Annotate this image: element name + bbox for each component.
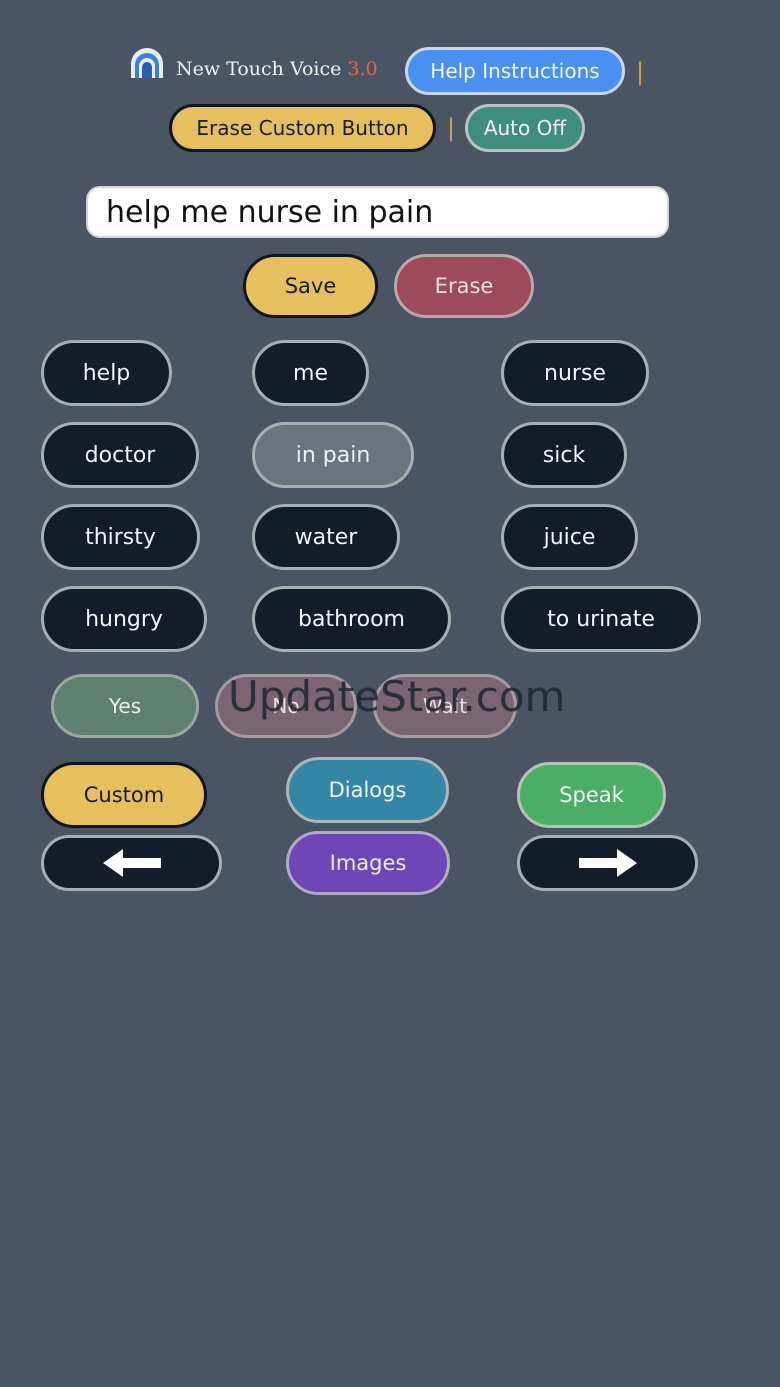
next-page-button[interactable] bbox=[517, 835, 698, 891]
speak-label: Speak bbox=[559, 783, 624, 807]
word-button[interactable]: help bbox=[41, 340, 172, 406]
dialogs-label: Dialogs bbox=[328, 778, 407, 802]
arrow-right-icon bbox=[578, 849, 637, 877]
erase-button[interactable]: Erase bbox=[394, 254, 534, 318]
separator: | bbox=[447, 114, 456, 142]
app-logo-icon bbox=[127, 46, 167, 80]
word-label: nurse bbox=[544, 360, 606, 386]
word-label: doctor bbox=[84, 442, 156, 468]
wait-label: Wait bbox=[422, 694, 468, 718]
auto-off-label: Auto Off bbox=[483, 116, 567, 140]
word-button[interactable]: thirsty bbox=[41, 504, 200, 570]
erase-custom-label: Erase Custom Button bbox=[196, 116, 409, 140]
app-name: New Touch Voice bbox=[176, 58, 348, 80]
word-label: bathroom bbox=[298, 606, 405, 632]
word-label: sick bbox=[542, 442, 586, 468]
word-label: juice bbox=[543, 524, 596, 550]
yes-label: Yes bbox=[108, 694, 142, 718]
word-label: water bbox=[294, 524, 358, 550]
no-label: No bbox=[272, 694, 300, 718]
no-button[interactable]: No bbox=[215, 674, 357, 738]
dialogs-button[interactable]: Dialogs bbox=[286, 757, 449, 823]
help-instructions-label: Help Instructions bbox=[430, 59, 600, 83]
word-button[interactable]: sick bbox=[501, 422, 627, 488]
images-button[interactable]: Images bbox=[286, 831, 450, 895]
custom-button[interactable]: Custom bbox=[41, 762, 207, 828]
app-version: 3.0 bbox=[347, 58, 378, 80]
word-button[interactable]: water bbox=[252, 504, 400, 570]
word-button-selected[interactable]: in pain bbox=[252, 422, 414, 488]
erase-label: Erase bbox=[434, 274, 494, 298]
word-button[interactable]: to urinate bbox=[501, 586, 701, 652]
images-label: Images bbox=[329, 851, 407, 875]
auto-off-toggle[interactable]: Auto Off bbox=[465, 104, 585, 152]
word-label: thirsty bbox=[85, 524, 156, 550]
wait-button[interactable]: Wait bbox=[373, 674, 517, 738]
arrow-left-icon bbox=[102, 849, 161, 877]
word-button[interactable]: hungry bbox=[41, 586, 207, 652]
app-title: New Touch Voice 3.0 bbox=[176, 58, 378, 80]
word-button[interactable]: juice bbox=[501, 504, 638, 570]
save-button[interactable]: Save bbox=[243, 254, 378, 318]
word-button[interactable]: nurse bbox=[501, 340, 649, 406]
word-button[interactable]: doctor bbox=[41, 422, 199, 488]
word-label: hungry bbox=[85, 606, 163, 632]
help-instructions-button[interactable]: Help Instructions bbox=[405, 47, 625, 95]
word-button[interactable]: me bbox=[252, 340, 369, 406]
erase-custom-button[interactable]: Erase Custom Button bbox=[169, 104, 436, 152]
sentence-input[interactable] bbox=[86, 186, 669, 238]
custom-label: Custom bbox=[83, 783, 165, 807]
word-label: help bbox=[82, 360, 131, 386]
separator: | bbox=[636, 58, 645, 86]
save-label: Save bbox=[284, 274, 337, 298]
word-label: in pain bbox=[295, 442, 371, 468]
word-label: to urinate bbox=[547, 606, 655, 632]
word-button[interactable]: bathroom bbox=[252, 586, 451, 652]
word-label: me bbox=[293, 360, 328, 386]
yes-button[interactable]: Yes bbox=[51, 674, 199, 738]
previous-page-button[interactable] bbox=[41, 835, 222, 891]
speak-button[interactable]: Speak bbox=[517, 762, 666, 828]
